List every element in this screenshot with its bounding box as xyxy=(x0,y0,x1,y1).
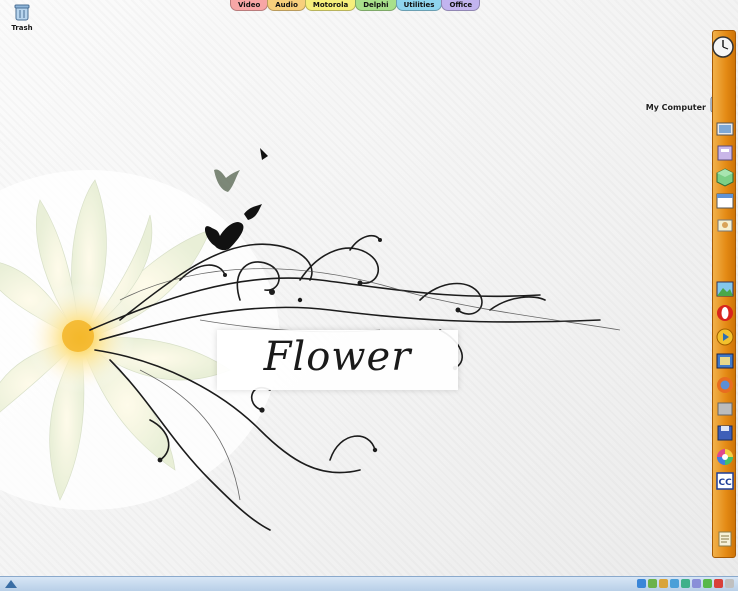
wallpaper-caption: Flower xyxy=(263,334,412,380)
window-icon xyxy=(716,193,734,209)
notepad-icon xyxy=(718,531,732,547)
tab-video[interactable]: Video xyxy=(230,0,269,11)
dock-notepad-app[interactable] xyxy=(715,529,735,549)
flower-wallpaper xyxy=(0,148,621,531)
dock-landscape-app[interactable] xyxy=(715,279,735,299)
tray-security-icon[interactable] xyxy=(659,579,668,588)
tray-volume-icon[interactable] xyxy=(648,579,657,588)
opera-icon xyxy=(717,305,733,321)
taskbar xyxy=(0,576,738,591)
dock-window-app[interactable] xyxy=(715,191,735,211)
clock-icon xyxy=(712,36,734,58)
start-arrow-icon[interactable] xyxy=(4,579,18,589)
wallpaper-caption-box: Flower xyxy=(217,330,458,390)
tab-office[interactable]: Office xyxy=(441,0,481,11)
dock-hand-card-app[interactable] xyxy=(715,215,735,235)
picture-icon xyxy=(716,353,734,369)
dock-cc-app[interactable]: CC xyxy=(715,471,735,491)
trash-desktop-icon[interactable]: Trash xyxy=(6,2,38,32)
dock-color-wheel-app[interactable] xyxy=(715,447,735,467)
dock-gray-box-app[interactable] xyxy=(715,399,735,419)
application-dock: CC xyxy=(712,30,736,558)
tray-antivirus-icon[interactable] xyxy=(714,579,723,588)
dock-archive-app[interactable] xyxy=(715,143,735,163)
hand-card-icon xyxy=(717,219,733,232)
landscape-icon xyxy=(716,281,734,297)
tray-sync-icon[interactable] xyxy=(681,579,690,588)
dock-picture-app[interactable] xyxy=(715,351,735,371)
trash-label: Trash xyxy=(11,24,33,32)
cube-icon xyxy=(716,168,734,187)
media-player-icon xyxy=(716,328,734,346)
dock-cube-app[interactable] xyxy=(715,167,735,187)
system-tray xyxy=(637,579,734,588)
dock-clock-app[interactable] xyxy=(711,33,735,61)
desktop: Flower Trash Video Audio Motorola Delphi… xyxy=(0,0,738,591)
tray-messenger-icon[interactable] xyxy=(703,579,712,588)
floppy-icon xyxy=(717,425,733,441)
dock-opera-app[interactable] xyxy=(715,303,735,323)
color-wheel-icon xyxy=(717,449,733,465)
tab-delphi[interactable]: Delphi xyxy=(355,0,397,11)
dock-floppy-app[interactable] xyxy=(715,423,735,443)
dock-film-app[interactable] xyxy=(715,119,735,139)
trash-icon xyxy=(14,4,30,21)
tray-display-icon[interactable] xyxy=(692,579,701,588)
tray-update-icon[interactable] xyxy=(670,579,679,588)
svg-text:CC: CC xyxy=(719,478,733,488)
film-icon xyxy=(716,122,734,136)
archive-icon xyxy=(717,145,733,161)
tab-audio[interactable]: Audio xyxy=(267,0,306,11)
dock-media-player-app[interactable] xyxy=(715,327,735,347)
dock-firefox-app[interactable] xyxy=(715,375,735,395)
tray-network-icon[interactable] xyxy=(637,579,646,588)
category-tabs: Video Audio Motorola Delphi Utilities Of… xyxy=(230,0,481,11)
gray-box-icon xyxy=(717,402,733,416)
tab-utilities[interactable]: Utilities xyxy=(395,0,443,11)
cc-icon: CC xyxy=(716,472,734,490)
tray-power-icon[interactable] xyxy=(725,579,734,588)
firefox-icon xyxy=(717,377,733,393)
tab-motorola[interactable]: Motorola xyxy=(304,0,357,11)
my-computer-label: My Computer xyxy=(645,102,706,112)
